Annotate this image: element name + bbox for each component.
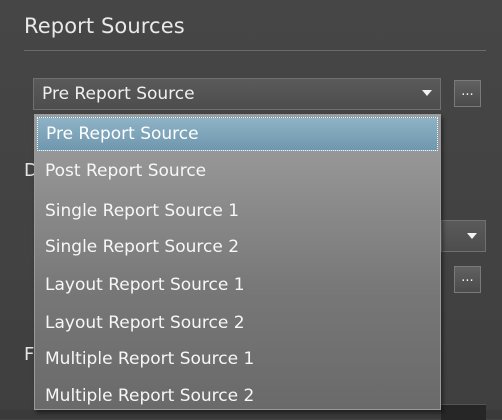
dropdown-option[interactable]: Multiple Report Source 1 (37, 343, 438, 377)
hidden-section-label: F (24, 344, 35, 365)
chevron-down-icon (422, 90, 432, 96)
section-title: Report Sources (24, 14, 185, 38)
dropdown-option[interactable]: Multiple Report Source 2 (37, 380, 438, 414)
report-source-dropdown[interactable]: Pre Report Source (33, 78, 441, 110)
dropdown-option[interactable]: Layout Report Source 1 (37, 269, 438, 303)
dropdown-option[interactable]: Single Report Source 2 (37, 231, 438, 265)
dropdown-list: Pre Report Source Post Report Source Sin… (34, 114, 441, 410)
secondary-dropdown[interactable] (441, 220, 486, 252)
dropdown-option[interactable]: Layout Report Source 2 (37, 307, 438, 341)
section-divider (24, 50, 486, 51)
dropdown-selected-value: Pre Report Source (42, 84, 195, 104)
dropdown-option[interactable]: Post Report Source (37, 155, 438, 189)
chevron-down-icon (467, 233, 477, 239)
browse-button[interactable]: ... (454, 80, 481, 107)
secondary-browse-button[interactable]: ... (454, 266, 481, 293)
report-sources-panel: Report Sources Pre Report Source ... D .… (0, 0, 502, 420)
dropdown-option[interactable]: Single Report Source 1 (37, 195, 438, 229)
dropdown-option[interactable]: Pre Report Source (37, 117, 438, 151)
bottom-field (441, 404, 486, 420)
